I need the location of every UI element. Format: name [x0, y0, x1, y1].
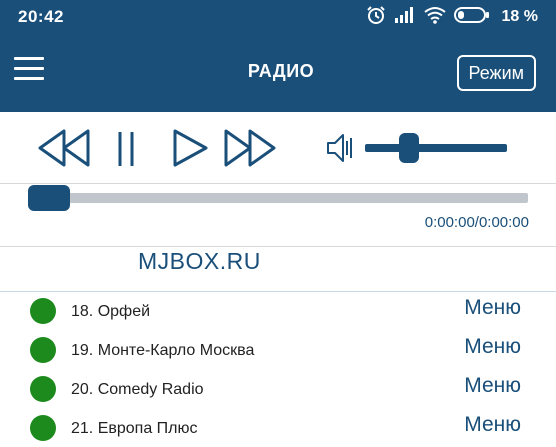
station-menu-button[interactable]: Меню [464, 374, 521, 398]
divider [0, 183, 556, 184]
station-name: 20. Comedy Radio [71, 381, 204, 398]
play-icon[interactable] [170, 128, 210, 168]
status-dot-icon [30, 298, 56, 324]
fast-forward-icon[interactable] [222, 128, 280, 168]
status-dot-icon [30, 415, 56, 441]
site-name: MJBOX.RU [138, 248, 261, 274]
status-dot-icon [30, 376, 56, 402]
time-readout: 0:00:00/0:00:00 [424, 214, 529, 231]
rewind-icon[interactable] [36, 128, 94, 168]
station-name: 19. Монте-Карло Москва [71, 342, 255, 359]
player-controls [0, 112, 556, 184]
signal-icon [394, 6, 416, 29]
pause-icon[interactable] [116, 130, 138, 168]
station-name: 18. Орфей [71, 303, 151, 320]
station-menu-button[interactable]: Меню [464, 335, 521, 359]
station-menu-button[interactable]: Меню [464, 296, 521, 320]
volume-slider[interactable] [365, 144, 507, 152]
divider [0, 246, 556, 247]
list-item[interactable]: 21. Европа Плюс Меню [0, 409, 556, 447]
battery-icon [453, 6, 490, 29]
list-item[interactable]: 20. Comedy Radio Меню [0, 370, 556, 408]
station-name: 21. Европа Плюс [71, 420, 198, 437]
station-menu-button[interactable]: Меню [464, 413, 521, 437]
seek-thumb[interactable] [28, 185, 70, 211]
mode-button[interactable]: Режим [456, 55, 536, 91]
battery-percent: 18 % [501, 8, 538, 25]
clock: 20:42 [18, 7, 64, 26]
list-item[interactable]: 18. Орфей Меню [0, 292, 556, 330]
speaker-icon[interactable] [326, 132, 356, 164]
status-dot-icon [30, 337, 56, 363]
seek-bar[interactable] [36, 193, 528, 203]
app-bar: РАДИО Режим [0, 34, 556, 112]
list-item[interactable]: 19. Монте-Карло Москва Меню [0, 331, 556, 369]
alarm-icon [366, 5, 386, 30]
volume-thumb[interactable] [399, 133, 420, 163]
wifi-icon [423, 6, 446, 29]
status-bar: 20:42 18 % [0, 0, 556, 34]
status-icons: 18 % [366, 5, 538, 30]
